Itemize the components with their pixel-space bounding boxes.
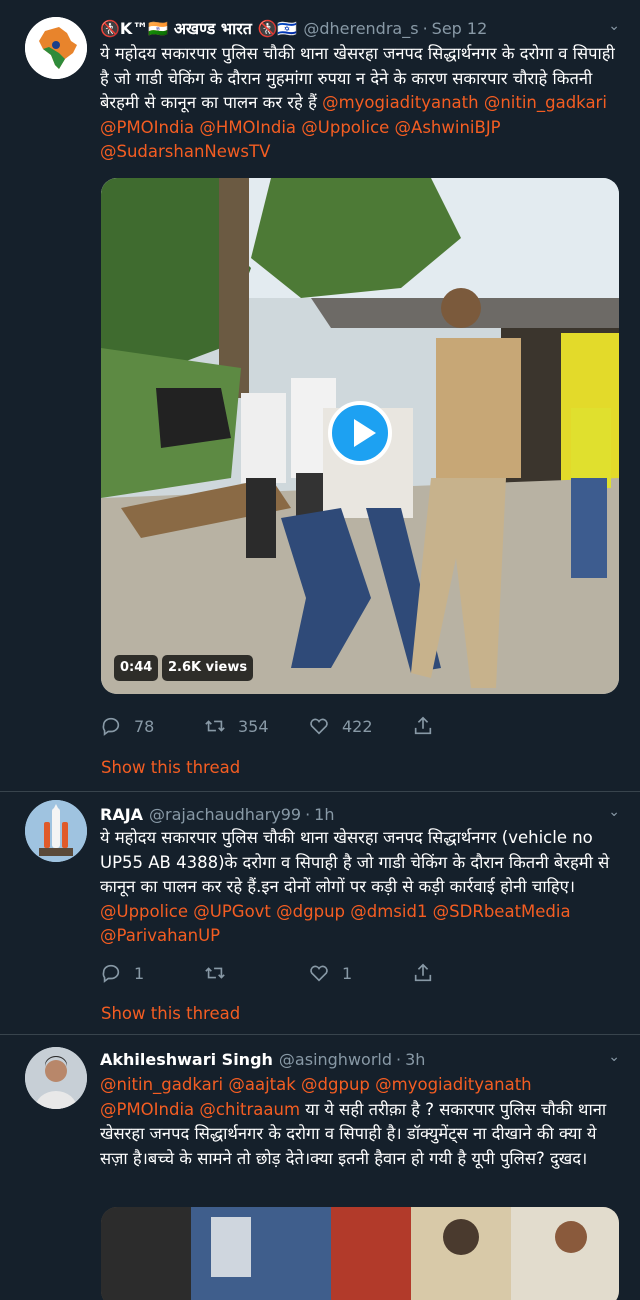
show-thread-link[interactable]: Show this thread bbox=[101, 758, 240, 777]
retweet-button[interactable]: 354 bbox=[204, 715, 308, 737]
like-button[interactable]: 422 bbox=[308, 715, 412, 737]
chevron-down-icon[interactable]: ⌄ bbox=[608, 18, 620, 34]
reply-count: 1 bbox=[134, 963, 145, 983]
tweet[interactable]: 🚷K™🇮🇳 अखण्ड भारत 🚷🇮🇱 @dherendra_s · Sep … bbox=[0, 0, 640, 792]
tweet-header: 🚷K™🇮🇳 अखण्ड भारत 🚷🇮🇱 @dherendra_s · Sep … bbox=[100, 16, 620, 40]
play-icon[interactable] bbox=[328, 401, 392, 465]
retweet-button[interactable] bbox=[204, 962, 308, 984]
separator-dot: · bbox=[305, 804, 311, 824]
timestamp[interactable]: 1h bbox=[314, 805, 334, 824]
separator-dot: · bbox=[422, 18, 428, 38]
like-button[interactable]: 1 bbox=[308, 962, 412, 984]
tweet-header: RAJA @rajachaudhary99 · 1h ⌄ bbox=[100, 802, 620, 826]
handle[interactable]: @dherendra_s bbox=[303, 19, 418, 38]
video-views: 2.6K views bbox=[162, 655, 254, 681]
display-name[interactable]: RAJA bbox=[100, 805, 143, 824]
tweet[interactable]: RAJA @rajachaudhary99 · 1h ⌄ ये महोदय सक… bbox=[0, 792, 640, 1035]
tweet-text: ये महोदय सकारपार पुलिस चौकी थाना खेसरहा … bbox=[100, 42, 626, 165]
share-button[interactable] bbox=[412, 715, 516, 737]
like-icon bbox=[310, 965, 328, 982]
retweet-icon bbox=[205, 720, 225, 732]
avatar[interactable] bbox=[25, 1047, 87, 1109]
like-count: 422 bbox=[342, 716, 373, 736]
reply-button[interactable]: 78 bbox=[100, 715, 204, 737]
reply-button[interactable]: 1 bbox=[100, 962, 204, 984]
tweet-text: ये महोदय सकारपार पुलिस चौकी थाना खेसरहा … bbox=[100, 826, 626, 949]
handle[interactable]: @rajachaudhary99 bbox=[149, 805, 301, 824]
timestamp[interactable]: 3h bbox=[405, 1050, 425, 1069]
video-duration: 0:44 bbox=[114, 655, 159, 681]
reply-count: 78 bbox=[134, 716, 155, 736]
chevron-down-icon[interactable]: ⌄ bbox=[608, 1049, 620, 1065]
share-button[interactable] bbox=[412, 962, 516, 984]
tweet-actions: 1 1 bbox=[100, 960, 516, 986]
avatar[interactable] bbox=[25, 17, 87, 79]
avatar[interactable] bbox=[25, 800, 87, 862]
tweet[interactable]: Akhileshwari Singh @asinghworld · 3h ⌄ @… bbox=[0, 1035, 640, 1300]
timestamp[interactable]: Sep 12 bbox=[432, 19, 488, 38]
tweet-actions: 78 354 422 bbox=[100, 713, 516, 739]
tweet-text: @nitin_gadkari @aajtak @dgpup @myogiadit… bbox=[100, 1073, 626, 1171]
tweet-body: ये महोदय सकारपार पुलिस चौकी थाना खेसरहा … bbox=[100, 828, 610, 896]
show-thread-link[interactable]: Show this thread bbox=[101, 1004, 240, 1023]
video-player[interactable]: 0:44 2.6K views bbox=[101, 178, 619, 694]
tweet-header: Akhileshwari Singh @asinghworld · 3h ⌄ bbox=[100, 1047, 620, 1071]
image-thumbnail bbox=[101, 1207, 619, 1300]
share-icon bbox=[414, 963, 432, 982]
reply-icon bbox=[102, 964, 120, 983]
tweet-image[interactable] bbox=[101, 1207, 619, 1300]
retweet-count: 354 bbox=[238, 716, 269, 736]
display-name[interactable]: 🚷K™🇮🇳 अखण्ड भारत 🚷🇮🇱 bbox=[100, 17, 297, 39]
like-count: 1 bbox=[342, 963, 353, 983]
mentions[interactable]: @Uppolice @UPGovt @dgpup @dmsid1 @SDRbea… bbox=[100, 902, 571, 946]
handle[interactable]: @asinghworld bbox=[279, 1050, 392, 1069]
separator-dot: · bbox=[396, 1049, 402, 1069]
like-icon bbox=[310, 718, 328, 735]
retweet-icon bbox=[205, 967, 225, 979]
reply-icon bbox=[102, 717, 120, 736]
display-name[interactable]: Akhileshwari Singh bbox=[100, 1050, 273, 1069]
chevron-down-icon[interactable]: ⌄ bbox=[608, 804, 620, 820]
share-icon bbox=[414, 716, 432, 735]
